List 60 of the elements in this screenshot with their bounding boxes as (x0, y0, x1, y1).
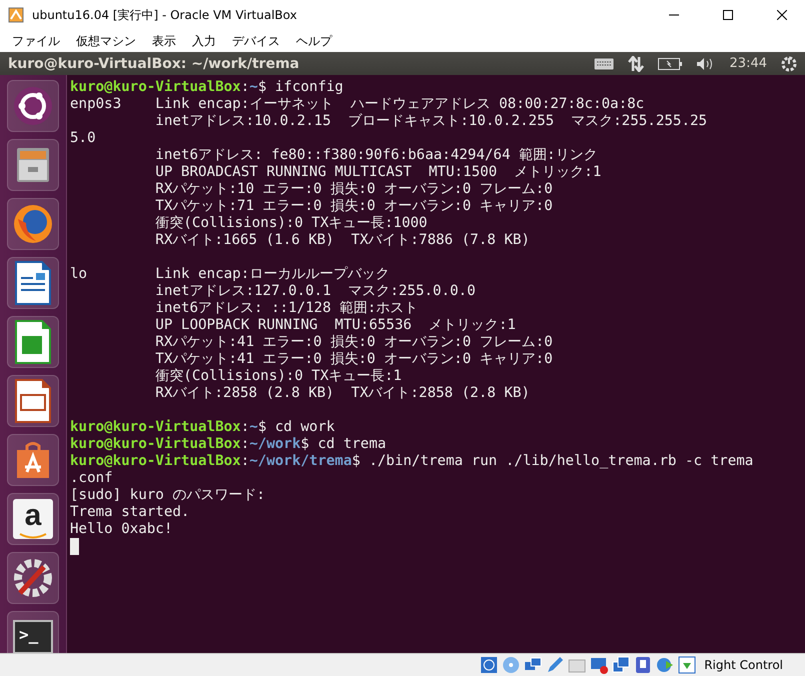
menu-item[interactable]: デバイス (224, 32, 288, 50)
host-key-label: Right Control (704, 658, 783, 672)
terminal-line: kuro@kuro-VirtualBox:~$ cd work (70, 419, 336, 436)
pen-icon[interactable] (546, 656, 564, 674)
launcher-tile[interactable] (7, 139, 59, 191)
presentation-icon[interactable] (14, 379, 52, 423)
terminal-line: UP LOOPBACK RUNNING MTU:65536 メトリック:1 (154, 317, 517, 334)
menu-item[interactable]: 入力 (184, 32, 224, 50)
terminal-line: Hello 0xabc! (70, 521, 174, 538)
display-record-icon[interactable] (590, 656, 608, 674)
terminal-line: kuro@kuro-VirtualBox:~/work$ cd trema (70, 436, 388, 453)
terminal-line: kuro@kuro-VirtualBox:~/work/trema$ ./bin/trema run ./lib/hello_trema.rb -c trema (70, 453, 754, 470)
terminal-line: [sudo] kuro のパスワード: (70, 487, 266, 504)
chip-icon[interactable] (634, 656, 652, 674)
launcher-tile[interactable]: a (7, 493, 59, 545)
ubuntu-logo-icon[interactable] (13, 86, 53, 126)
terminal-window-title: kuro@kuro-VirtualBox: ~/work/trema (8, 56, 300, 72)
terminal-icon[interactable]: >_ (13, 620, 53, 653)
terminal-line: kuro@kuro-VirtualBox:~$ ifconfig (70, 79, 344, 96)
terminal-line: inetアドレス:127.0.0.1 マスク:255.0.0.0 (154, 283, 476, 300)
menu-item[interactable]: ヘルプ (288, 32, 340, 50)
terminal-line: 衝突(Collisions):0 TXキュー長:1 (154, 368, 403, 385)
terminal-line: 衝突(Collisions):0 TXキュー長:1000 (154, 215, 428, 232)
maximize-icon[interactable] (723, 10, 733, 20)
terminal-line: RXパケット:41 エラー:0 損失:0 オーバラン:0 フレーム:0 (154, 334, 554, 351)
clock[interactable]: 23:44 (730, 56, 767, 71)
terminal-line: RXバイト:1665 (1.6 KB) TXバイト:7886 (7.8 KB) (154, 232, 531, 249)
text-cursor (70, 538, 79, 555)
terminal-line: Trema started. (70, 504, 191, 521)
document-icon[interactable] (14, 261, 52, 305)
power-gear-icon[interactable] (781, 56, 797, 72)
close-icon[interactable] (777, 10, 787, 20)
launcher-tile[interactable] (7, 80, 59, 132)
menu-item[interactable]: 仮想マシン (68, 32, 144, 50)
terminal-line: RXバイト:2858 (2.8 KB) TXバイト:2858 (2.8 KB) (154, 385, 531, 402)
keyboard-icon[interactable] (594, 58, 614, 70)
amazon-logo-icon[interactable]: a (13, 499, 53, 539)
terminal-line: TXパケット:41 エラー:0 損失:0 オーバラン:0 キャリア:0 (154, 351, 554, 368)
terminal-line: inet6アドレス: ::1/128 範囲:ホスト (154, 300, 420, 317)
network-arrows-icon[interactable] (628, 56, 644, 72)
launcher-tile[interactable] (7, 316, 59, 368)
menu-item[interactable]: 表示 (144, 32, 184, 50)
terminal-line: UP BROADCAST RUNNING MULTICAST MTU:1500 メトリック:1 (154, 164, 602, 181)
spreadsheet-icon[interactable] (14, 320, 52, 364)
windows-stack-icon[interactable] (612, 656, 630, 674)
window-title: ubuntu16.04 [実行中] - Oracle VM VirtualBox (32, 6, 298, 24)
launcher-tile[interactable] (7, 434, 59, 486)
terminal-line: 5.0 (70, 130, 97, 147)
launcher-tile[interactable] (7, 375, 59, 427)
terminal-line: enp0s3 Link encap:イーサネット ハードウェアアドレス 08:00:27:8c:0a:8c (70, 96, 646, 113)
terminal-line: .conf (70, 470, 114, 487)
launcher-tile[interactable] (7, 257, 59, 309)
app-icon (8, 7, 24, 23)
battery-icon[interactable] (658, 58, 682, 70)
terminal-line: inetアドレス:10.0.2.15 ブロードキャスト:10.0.2.255 マスク:255.255.25 (154, 113, 708, 130)
terminal-line: RXパケット:10 エラー:0 損失:0 オーバラン:0 フレーム:0 (154, 181, 554, 198)
menu-item[interactable]: ファイル (4, 32, 68, 50)
terminal-line: TXパケット:71 エラー:0 損失:0 オーバラン:0 キャリア:0 (154, 198, 554, 215)
terminal-line: inet6アドレス: fe80::f380:90f6:b6aa:4294/64 範囲:リンク (154, 147, 598, 164)
terminal-line: lo Link encap:ローカルループバック (70, 266, 390, 283)
